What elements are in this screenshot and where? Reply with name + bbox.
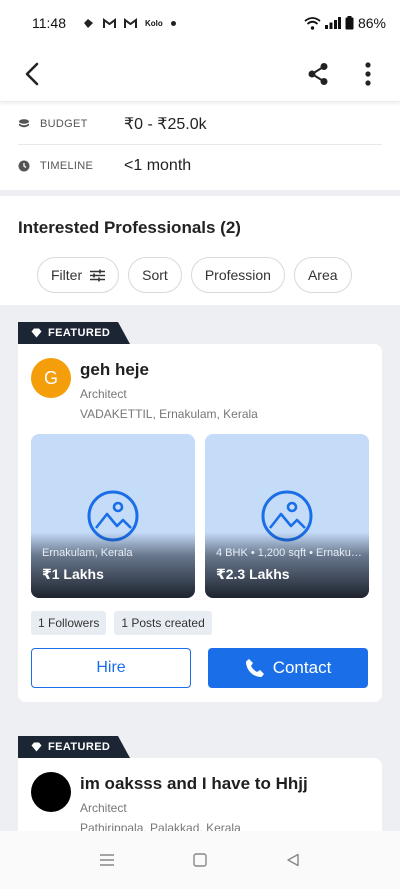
post-overlay bbox=[31, 532, 195, 598]
diamond-icon bbox=[31, 742, 42, 752]
sort-chip[interactable]: Sort bbox=[128, 257, 182, 293]
back-button[interactable] bbox=[14, 56, 50, 92]
battery-icon bbox=[345, 16, 354, 30]
posts-created-badge: 1 Posts created bbox=[114, 611, 212, 635]
filter-chip[interactable]: Filter bbox=[37, 257, 120, 293]
professional-name[interactable]: im oaksss and I have to Hhjj bbox=[80, 774, 308, 794]
profession-chip[interactable]: Profession bbox=[190, 257, 285, 293]
sliders-icon bbox=[90, 269, 106, 281]
gmail-icon bbox=[103, 17, 116, 28]
contact-label: Contact bbox=[272, 658, 332, 677]
filter-bar: Filter Sort Profession Area bbox=[37, 257, 352, 293]
kolo-icon: Kolo bbox=[145, 18, 163, 28]
dot-icon bbox=[170, 20, 176, 26]
tiktok-like-icon bbox=[84, 18, 93, 28]
featured-tag: FEATURED bbox=[18, 322, 130, 344]
area-label: Area bbox=[307, 267, 338, 283]
professional-name[interactable]: geh heje bbox=[80, 360, 258, 380]
avatar[interactable]: G bbox=[31, 358, 71, 398]
section-title: Interested Professionals (2) bbox=[18, 218, 241, 237]
professional-location: Pathirippala, Palakkad, Kerala bbox=[80, 821, 241, 831]
coins-icon bbox=[18, 118, 38, 130]
card-actions: Hire Contact bbox=[31, 648, 368, 688]
recents-icon bbox=[99, 854, 114, 866]
status-bar: 11:48 Kolo 86% bbox=[0, 0, 400, 46]
featured-label: FEATURED bbox=[48, 327, 111, 339]
home-button[interactable] bbox=[185, 845, 215, 875]
app-bar bbox=[0, 46, 400, 102]
back-triangle-icon bbox=[287, 853, 300, 867]
professional-role: Architect bbox=[80, 801, 127, 815]
professional-card[interactable]: im oaksss and I have to Hhjj Architect P… bbox=[18, 758, 382, 831]
featured-tag: FEATURED bbox=[18, 736, 130, 758]
contact-button[interactable]: Contact bbox=[208, 648, 368, 688]
professionals-list: FEATURED G geh heje Architect VADAKETTIL… bbox=[0, 305, 400, 831]
professional-role: Architect bbox=[80, 387, 127, 401]
budget-value: ₹0 - ₹25.0k bbox=[124, 116, 207, 133]
diamond-icon bbox=[31, 328, 42, 338]
area-chip[interactable]: Area bbox=[293, 257, 352, 293]
section-divider bbox=[0, 190, 400, 196]
sort-label: Sort bbox=[142, 267, 168, 283]
timeline-label: TIMELINE bbox=[40, 159, 94, 172]
back-arrow-icon bbox=[25, 62, 39, 85]
avatar[interactable] bbox=[31, 772, 71, 812]
professional-card[interactable]: G geh heje Architect VADAKETTIL, Ernakul… bbox=[18, 344, 382, 702]
home-icon bbox=[193, 853, 207, 867]
more-vert-icon bbox=[365, 61, 371, 86]
avatar-letter: G bbox=[43, 367, 58, 388]
project-details: BUDGET ₹0 - ₹25.0k TIMELINE <1 month bbox=[18, 104, 382, 186]
professional-info: im oaksss and I have to Hhjj Architect P… bbox=[80, 772, 308, 831]
professional-location: VADAKETTIL, Ernakulam, Kerala bbox=[80, 407, 258, 421]
more-options-button[interactable] bbox=[350, 56, 386, 92]
post-meta: Ernakulam, Kerala bbox=[42, 547, 133, 559]
battery-percent: 86% bbox=[357, 15, 386, 31]
professional-info: geh heje Architect VADAKETTIL, Ernakulam… bbox=[80, 358, 258, 421]
system-nav-bar bbox=[0, 831, 400, 889]
budget-row: BUDGET ₹0 - ₹25.0k bbox=[18, 104, 382, 145]
post-overlay bbox=[205, 532, 369, 598]
budget-label: BUDGET bbox=[40, 118, 88, 130]
notification-icons: Kolo bbox=[82, 17, 176, 30]
status-time: 11:48 bbox=[32, 15, 66, 31]
share-icon bbox=[308, 62, 328, 85]
post-card[interactable]: 4 BHK • 1,200 sqft • Ernakulam ₹2.3 Lakh… bbox=[205, 434, 369, 598]
posts-row: Ernakulam, Kerala ₹1 Lakhs 4 BHK • 1,200… bbox=[31, 434, 369, 598]
signal-icon bbox=[324, 17, 341, 29]
followers-badge: 1 Followers bbox=[31, 611, 107, 635]
timeline-row: TIMELINE <1 month bbox=[18, 145, 382, 186]
timeline-value: <1 month bbox=[124, 156, 192, 174]
post-card[interactable]: Ernakulam, Kerala ₹1 Lakhs bbox=[31, 434, 195, 598]
filter-label: Filter bbox=[51, 267, 83, 283]
post-price: ₹2.3 Lakhs bbox=[216, 566, 290, 582]
stats-row: 1 Followers 1 Posts created bbox=[31, 611, 212, 635]
professional-header: G geh heje Architect VADAKETTIL, Ernakul… bbox=[31, 358, 258, 421]
phone-icon bbox=[245, 659, 264, 677]
professional-header: im oaksss and I have to Hhjj Architect P… bbox=[31, 772, 308, 831]
wifi-icon bbox=[304, 16, 321, 30]
gmail-icon bbox=[124, 17, 137, 28]
back-nav-button[interactable] bbox=[278, 845, 308, 875]
clock-icon bbox=[18, 160, 38, 172]
profession-label: Profession bbox=[204, 267, 271, 283]
share-button[interactable] bbox=[300, 56, 336, 92]
featured-label: FEATURED bbox=[48, 741, 111, 753]
status-right: 86% bbox=[304, 15, 386, 31]
post-price: ₹1 Lakhs bbox=[42, 566, 104, 582]
post-meta: 4 BHK • 1,200 sqft • Ernakulam bbox=[216, 547, 362, 559]
hire-button[interactable]: Hire bbox=[31, 648, 191, 688]
recents-button[interactable] bbox=[92, 845, 122, 875]
